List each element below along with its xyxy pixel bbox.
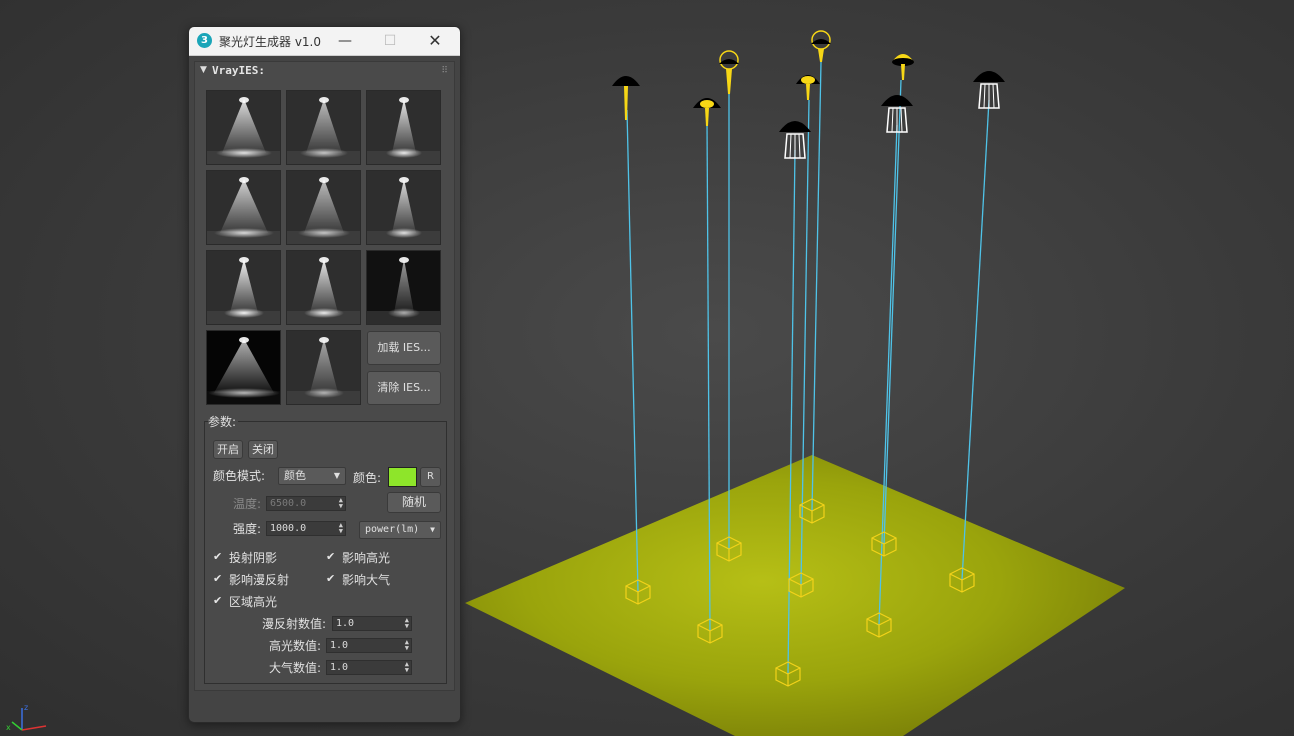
load-ies-button[interactable]: 加载 IES... <box>367 331 441 365</box>
ies-thumbnail[interactable] <box>206 170 281 245</box>
affect-atmosphere-label: 影响大气 <box>342 573 391 587</box>
specular-value-field[interactable]: 1.0 ▲ ▼ <box>326 638 412 653</box>
ies-thumbnail[interactable] <box>206 330 281 405</box>
diffuse-value-field[interactable]: 1.0 ▲ ▼ <box>332 616 412 631</box>
ground-plane[interactable] <box>465 455 1125 736</box>
diffuse-value: 1.0 <box>336 618 355 629</box>
temperature-value: 6500.0 <box>270 498 307 509</box>
collapse-arrow-icon[interactable]: ▼ <box>200 65 207 75</box>
ies-thumbnail[interactable] <box>206 250 281 325</box>
ies-thumbnail[interactable] <box>366 90 441 165</box>
spinner-icon[interactable]: ▲ ▼ <box>405 617 409 630</box>
affect-specular-checkbox[interactable]: ✔ <box>326 551 336 562</box>
temperature-field[interactable]: 6500.0 ▲ ▼ <box>266 496 346 511</box>
spotlight-icon <box>796 75 820 100</box>
spinner-icon[interactable]: ▲ ▼ <box>339 522 343 535</box>
intensity-value: 1000.0 <box>270 523 307 534</box>
close-button[interactable]: ✕ <box>418 29 452 53</box>
temperature-label: 温度: <box>233 497 262 511</box>
ies-thumbnail[interactable] <box>366 170 441 245</box>
ies-thumbnail[interactable] <box>206 90 281 165</box>
intensity-label: 强度: <box>233 522 262 536</box>
color-label: 颜色: <box>353 471 382 485</box>
affect-diffuse-label: 影响漫反射 <box>229 573 290 587</box>
color-mode-value: 颜色 <box>284 469 306 482</box>
ies-thumbnail[interactable] <box>286 90 361 165</box>
app-3dsmax-icon: 3 <box>197 33 212 48</box>
ies-thumbnail[interactable] <box>286 330 361 405</box>
cast-shadows-checkbox[interactable]: ✔ <box>213 551 223 562</box>
spotlight-icon <box>881 95 913 133</box>
params-group-label: 参数: <box>208 413 239 430</box>
axis-z-label: z <box>24 703 28 712</box>
color-swatch[interactable] <box>388 467 417 487</box>
intensity-field[interactable]: 1000.0 ▲ ▼ <box>266 521 346 536</box>
drag-grip-icon[interactable]: ⠿ <box>441 66 448 76</box>
spinner-icon[interactable]: ▲ ▼ <box>405 661 409 674</box>
atmosphere-value-field[interactable]: 1.0 ▲ ▼ <box>326 660 412 675</box>
area-specular-label: 区域高光 <box>229 595 278 609</box>
chevron-down-icon: ▼ <box>430 525 435 534</box>
minimize-button[interactable]: — <box>328 29 362 53</box>
ies-thumbnail[interactable] <box>366 250 441 325</box>
spotlight-icon <box>892 54 914 80</box>
atmosphere-value-label: 大气数值: <box>269 661 322 675</box>
chevron-down-icon: ▼ <box>333 471 340 480</box>
ies-thumbnail[interactable] <box>286 170 361 245</box>
diffuse-value-label: 漫反射数值: <box>262 617 327 631</box>
specular-value-label: 高光数值: <box>269 639 322 653</box>
spotlight-icon <box>693 98 721 126</box>
spotlight-icon <box>612 76 640 120</box>
ies-thumbnail[interactable] <box>286 250 361 325</box>
affect-specular-label: 影响高光 <box>342 551 391 565</box>
intensity-unit-dropdown[interactable]: power(lm) ▼ <box>359 521 441 539</box>
clear-ies-button[interactable]: 清除 IES... <box>367 371 441 405</box>
title-bar[interactable]: 3 聚光灯生成器 v1.0 — ☐ ✕ <box>189 27 460 56</box>
maximize-button[interactable]: ☐ <box>373 29 407 53</box>
window-title: 聚光灯生成器 v1.0 <box>219 35 322 49</box>
random-button[interactable]: 随机 <box>387 492 441 513</box>
spotlight-icon <box>719 50 739 94</box>
affect-atmosphere-checkbox[interactable]: ✔ <box>326 573 336 584</box>
spotlight-icon <box>811 30 831 62</box>
axis-x-label: x <box>6 723 11 732</box>
spotlight-icon <box>779 121 811 159</box>
spotlight-icon <box>973 71 1005 109</box>
color-mode-label: 颜色模式: <box>213 469 266 483</box>
area-specular-checkbox[interactable]: ✔ <box>213 595 223 606</box>
axis-gizmo: z x <box>6 703 47 732</box>
intensity-unit-value: power(lm) <box>365 524 420 535</box>
atmosphere-value: 1.0 <box>330 662 349 673</box>
reset-color-button[interactable]: R <box>420 467 441 487</box>
cast-shadows-label: 投射阴影 <box>229 551 278 565</box>
affect-diffuse-checkbox[interactable]: ✔ <box>213 573 223 584</box>
off-button[interactable]: 关闭 <box>248 440 278 459</box>
color-mode-dropdown[interactable]: 颜色 ▼ <box>278 467 346 485</box>
rollout-title: VrayIES: <box>212 64 265 77</box>
spinner-icon[interactable]: ▲ ▼ <box>405 639 409 652</box>
rollout-header[interactable]: ▼ VrayIES: ⠿ <box>195 62 454 80</box>
spinner-icon[interactable]: ▲ ▼ <box>339 497 343 510</box>
on-button[interactable]: 开启 <box>213 440 243 459</box>
specular-value: 1.0 <box>330 640 349 651</box>
